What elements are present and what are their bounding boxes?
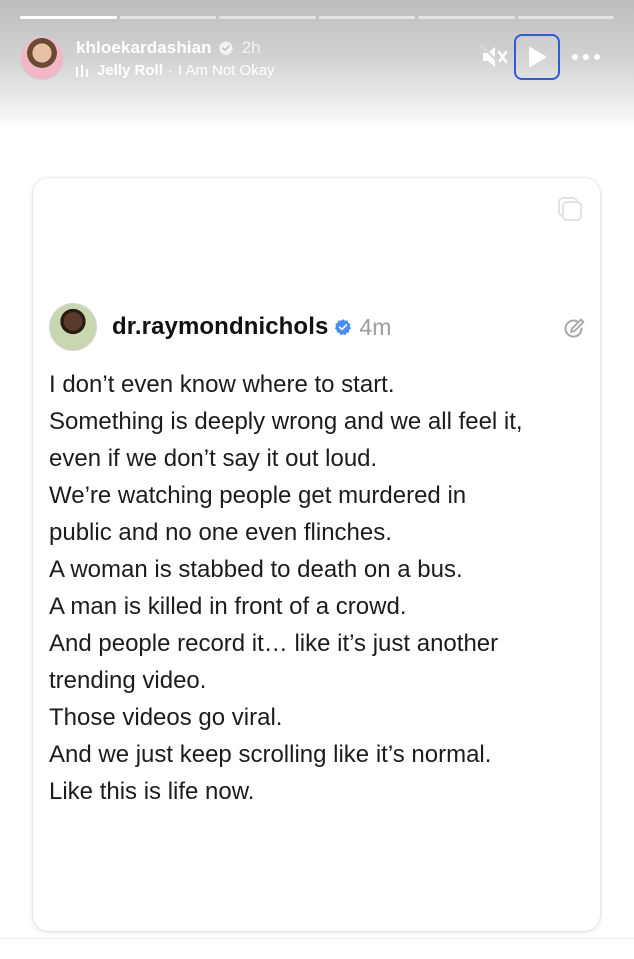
story-progress-fill <box>20 16 117 19</box>
more-icon[interactable] <box>571 49 601 65</box>
post-line: public and no one even flinches. <box>49 519 392 546</box>
edit-icon[interactable] <box>562 317 586 341</box>
post-line: Those videos go viral. <box>49 704 283 731</box>
play-button[interactable] <box>514 34 560 80</box>
bottom-divider <box>0 938 634 939</box>
story-progress-segment <box>318 16 415 19</box>
play-icon <box>529 47 546 67</box>
story-progress-segment <box>418 16 515 19</box>
story-progress-segment <box>517 16 614 19</box>
story-user-line: khloekardashian 2h <box>76 37 275 59</box>
story-music-line[interactable]: Jelly Roll · I Am Not Okay <box>76 62 275 80</box>
post-avatar[interactable] <box>49 303 97 351</box>
verified-badge-icon <box>335 319 352 336</box>
post-card[interactable]: dr.raymondnichols 4m I don’t even know w… <box>33 178 600 931</box>
post-line: trending video. <box>49 667 207 694</box>
post-line: We’re watching people get murdered in <box>49 482 467 509</box>
verified-badge-icon <box>218 40 233 55</box>
music-bars-icon <box>76 64 88 77</box>
music-artist: Jelly Roll <box>97 62 163 79</box>
post-body: I don’t even know where to start. Someth… <box>49 366 589 810</box>
post-header: dr.raymondnichols 4m <box>49 302 391 352</box>
music-separator: · <box>167 62 173 79</box>
post-line: A woman is stabbed to death on a bus. <box>49 556 463 583</box>
speaker-muted-icon[interactable] <box>480 44 508 70</box>
duplicate-icon[interactable] <box>555 196 583 222</box>
post-line: Like this is life now. <box>49 778 255 805</box>
story-progress-segment <box>119 16 216 19</box>
post-time: 4m <box>359 313 392 340</box>
story-progress-segment <box>20 16 117 19</box>
music-title: I Am Not Okay <box>177 62 275 79</box>
story-meta: khloekardashian 2h Jelly Roll · I Am Not… <box>76 37 275 80</box>
post-line: Something is deeply wrong and we all fee… <box>49 408 523 435</box>
post-username[interactable]: dr.raymondnichols <box>112 313 328 341</box>
post-line: I don’t even know where to start. <box>49 371 395 398</box>
post-line: even if we don’t say it out loud. <box>49 445 378 472</box>
post-line: A man is killed in front of a crowd. <box>49 593 407 620</box>
story-avatar[interactable] <box>20 36 64 80</box>
story-progress-segment <box>219 16 316 19</box>
story-progress-bars <box>20 16 614 19</box>
story-username[interactable]: khloekardashian <box>76 38 212 58</box>
post-line: And we just keep scrolling like it’s nor… <box>49 741 492 768</box>
story-time: 2h <box>241 37 261 57</box>
post-line: And people record it… like it’s just ano… <box>49 630 499 657</box>
story-user-info[interactable]: khloekardashian 2h Jelly Roll · I Am Not… <box>20 34 275 82</box>
